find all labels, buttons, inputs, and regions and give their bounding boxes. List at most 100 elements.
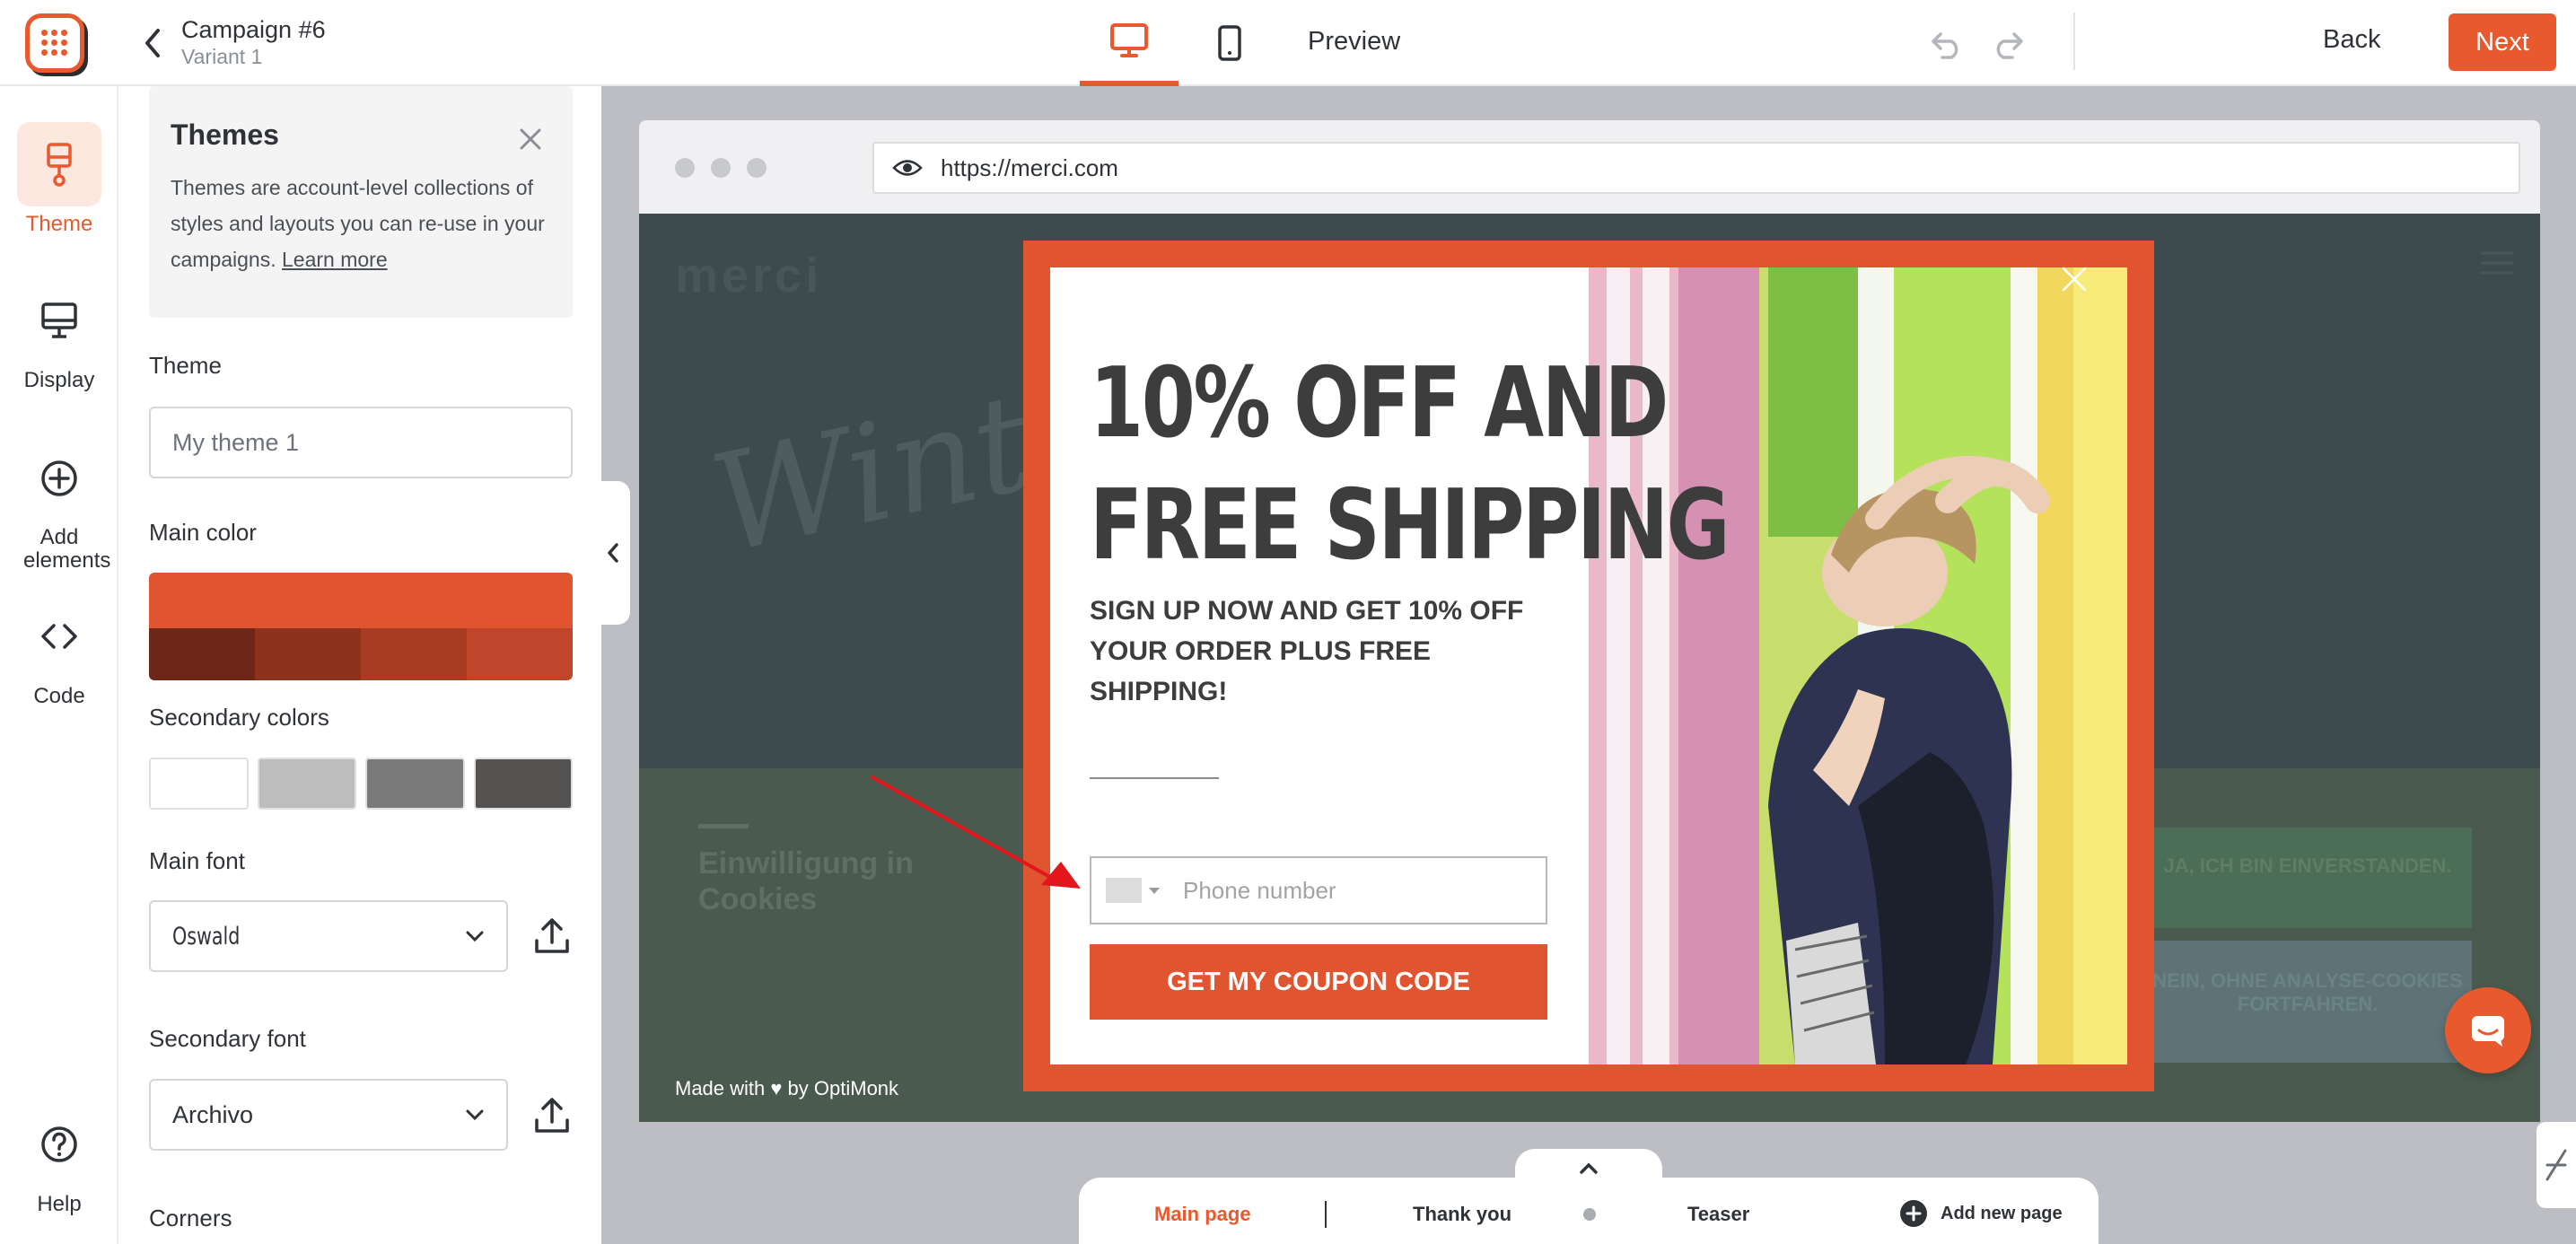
- next-button[interactable]: Next: [2449, 13, 2556, 71]
- chevron-left-icon: [608, 543, 618, 563]
- menu-icon: [2481, 251, 2513, 275]
- headline-line-2: FREE SHIPPING: [1090, 469, 1730, 582]
- website-accept-button: JA, ICH BIN EINVERSTANDEN.: [2143, 828, 2472, 928]
- secondary-font-select[interactable]: Archivo: [149, 1079, 508, 1151]
- themes-title: Themes: [171, 118, 279, 151]
- main-color-swatch[interactable]: [149, 573, 573, 680]
- popup-subheadline[interactable]: SIGN UP NOW AND GET 10% OFF YOUR ORDER P…: [1090, 591, 1556, 712]
- phone-number-input[interactable]: Phone number: [1090, 856, 1547, 924]
- secondary-color-swatch[interactable]: [473, 758, 573, 810]
- left-rail: Theme Display Add elements Code Help: [0, 86, 118, 1244]
- mobile-view-button[interactable]: [1180, 0, 1279, 86]
- theme-name-input[interactable]: [149, 407, 573, 478]
- window-dot: [675, 158, 695, 178]
- url-bar[interactable]: https://merci.com: [872, 142, 2520, 194]
- url-text: https://merci.com: [941, 153, 1118, 181]
- country-flag-icon[interactable]: [1106, 878, 1142, 903]
- chevron-left-icon[interactable]: [140, 25, 165, 61]
- upload-font-icon[interactable]: [531, 1095, 573, 1136]
- rail-label-display: Display: [23, 368, 95, 392]
- main-color-shade: [149, 628, 255, 680]
- rail-label-theme: Theme: [25, 212, 93, 236]
- desktop-icon: [1110, 23, 1148, 57]
- main-font-label: Main font: [149, 847, 245, 874]
- main-font-value: Oswald: [172, 922, 241, 951]
- pages-bar: Main page Thank you Teaser Add new page: [1079, 1178, 2098, 1244]
- rail-item-display[interactable]: Display: [0, 278, 118, 393]
- main-color-shade: [467, 628, 573, 680]
- chevron-down-icon: [466, 931, 484, 942]
- rail-item-theme[interactable]: Theme: [0, 122, 118, 237]
- mobile-icon: [1218, 25, 1241, 61]
- main-color-label: Main color: [149, 519, 257, 546]
- rail-label-code: Code: [33, 684, 85, 708]
- close-icon[interactable]: [519, 127, 542, 151]
- plus-circle-icon: [1900, 1200, 1927, 1227]
- desktop-view-button[interactable]: [1080, 0, 1178, 86]
- resize-handle-icon: [2545, 1149, 2567, 1181]
- add-new-page-label: Add new page: [1941, 1203, 2063, 1223]
- secondary-color-swatch[interactable]: [149, 758, 249, 810]
- page-separator: [1325, 1201, 1327, 1228]
- secondary-color-swatch[interactable]: [257, 758, 356, 810]
- annotation-arrow-icon: [871, 775, 1081, 889]
- add-new-page-button[interactable]: Add new page: [1899, 1199, 2063, 1228]
- secondary-font-value: Archivo: [172, 1100, 254, 1128]
- chevron-up-icon: [1580, 1162, 1598, 1174]
- main-color-primary: [149, 573, 573, 628]
- window-dot: [747, 158, 767, 178]
- toolbar-divider: [2073, 13, 2075, 70]
- upload-font-icon[interactable]: [531, 915, 573, 957]
- top-bar: Campaign #6 Variant 1 Preview Back Next: [0, 0, 2576, 86]
- help-icon: [41, 1126, 77, 1162]
- learn-more-link[interactable]: Learn more: [282, 248, 388, 271]
- popup-content: 10% OFF AND FREE SHIPPING SIGN UP NOW AN…: [1050, 267, 2127, 1064]
- caret-down-icon: [1149, 887, 1160, 894]
- close-icon[interactable]: [2061, 266, 2088, 293]
- rail-item-add-elements[interactable]: Add elements: [0, 436, 118, 573]
- rail-item-help[interactable]: Help: [0, 1102, 118, 1217]
- rail-label-add-elements: Add elements: [23, 525, 111, 573]
- website-brand: merci: [675, 249, 823, 302]
- optimonk-logo[interactable]: [25, 13, 84, 73]
- popup-divider: [1090, 777, 1219, 779]
- paint-brush-icon: [47, 143, 72, 187]
- teaser-indicator: [1583, 1208, 1596, 1221]
- monitor-icon: [41, 302, 77, 338]
- get-coupon-button[interactable]: GET MY COUPON CODE: [1090, 944, 1547, 1020]
- code-icon: [41, 624, 77, 649]
- preview-button[interactable]: Preview: [1308, 27, 1400, 57]
- page-tab-teaser[interactable]: Teaser: [1687, 1203, 1749, 1226]
- phone-placeholder: Phone number: [1183, 876, 1336, 904]
- logo-dots-icon: [41, 30, 68, 57]
- rail-item-code[interactable]: Code: [0, 594, 118, 709]
- themes-panel: Themes Themes are account-level collecti…: [120, 86, 601, 1244]
- eye-icon: [892, 160, 923, 176]
- secondary-color-swatch[interactable]: [365, 758, 465, 810]
- made-with-optimonk: Made with ♥ by OptiMonk: [675, 1077, 899, 1099]
- collapse-panel-button[interactable]: [596, 481, 630, 625]
- redo-icon[interactable]: [1991, 27, 2025, 59]
- variant-name: Variant 1: [181, 45, 263, 68]
- undo-icon[interactable]: [1930, 27, 1964, 59]
- popup-headline[interactable]: 10% OFF AND FREE SHIPPING: [1090, 343, 1730, 587]
- main-font-select[interactable]: Oswald: [149, 900, 508, 972]
- main-color-shade: [255, 628, 361, 680]
- themes-description: Themes are account-level collections of …: [171, 176, 545, 271]
- page-tab-main[interactable]: Main page: [1154, 1203, 1251, 1226]
- rail-label-help: Help: [37, 1192, 82, 1216]
- popup-frame[interactable]: 10% OFF AND FREE SHIPPING SIGN UP NOW AN…: [1023, 241, 2154, 1091]
- main-color-shade: [361, 628, 467, 680]
- headline-line-1: 10% OFF AND: [1090, 347, 1669, 460]
- theme-label: Theme: [149, 352, 222, 379]
- back-button[interactable]: Back: [2323, 25, 2380, 55]
- side-panel-handle[interactable]: [2537, 1122, 2576, 1208]
- page-tab-thank-you[interactable]: Thank you: [1413, 1203, 1511, 1226]
- chevron-down-icon: [466, 1109, 484, 1121]
- consent-rule: [698, 824, 749, 828]
- themes-info-box: Themes Themes are account-level collecti…: [149, 86, 573, 318]
- corners-label: Corners: [149, 1205, 232, 1231]
- plus-circle-icon: [41, 460, 77, 496]
- chat-support-button[interactable]: [2445, 987, 2531, 1073]
- campaign-title: Campaign #6: [181, 16, 326, 43]
